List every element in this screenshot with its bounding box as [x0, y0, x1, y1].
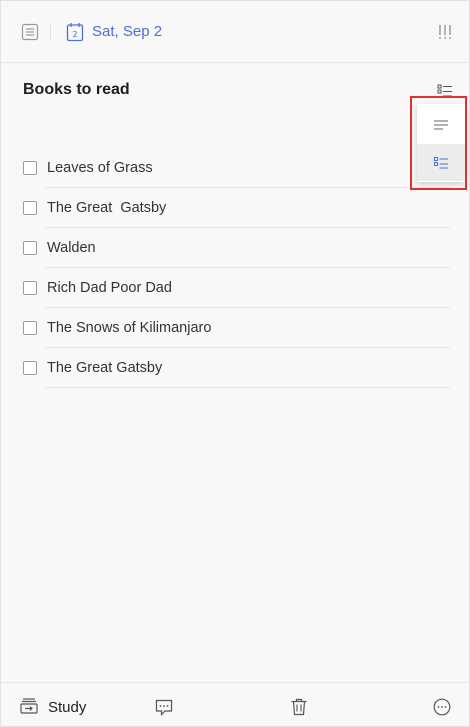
calendar-icon[interactable]: 2	[65, 21, 85, 43]
checklist-item-label[interactable]: The Great Gatsby	[47, 198, 166, 218]
checklist-item[interactable]: Walden	[1, 228, 469, 268]
checklist-item-label[interactable]: The Great Gatsby	[47, 358, 162, 378]
list-icon[interactable]	[19, 21, 41, 43]
divider	[50, 23, 51, 41]
list-name[interactable]: Study	[48, 699, 86, 717]
checklist-item-label[interactable]: The Snows of Kilimanjaro	[47, 318, 211, 338]
move-to-list-icon[interactable]	[19, 697, 39, 715]
checklist-mode-icon	[434, 156, 448, 168]
divider	[45, 387, 450, 388]
checkbox[interactable]	[23, 361, 37, 375]
bottom-bar: Study	[1, 682, 469, 727]
task-detail-panel: 2 Sat, Sep 2 Books to read Leaves of Gra…	[0, 0, 470, 727]
comment-icon[interactable]	[153, 697, 175, 717]
trash-icon[interactable]	[289, 697, 309, 717]
checklist-toggle-icon[interactable]	[435, 81, 455, 101]
checklist-item[interactable]: Leaves of Grass	[1, 148, 469, 188]
checklist-item[interactable]: The Snows of Kilimanjaro	[1, 308, 469, 348]
checkbox[interactable]	[23, 241, 37, 255]
checklist-item[interactable]: The Great Gatsby	[1, 188, 469, 228]
task-title[interactable]: Books to read	[23, 81, 130, 99]
more-options-icon[interactable]	[432, 697, 452, 717]
checkbox[interactable]	[23, 281, 37, 295]
text-mode-icon	[434, 120, 448, 129]
checklist: Leaves of Grass The Great Gatsby Walden …	[1, 148, 469, 388]
text-mode-option[interactable]	[417, 106, 465, 143]
checklist-item-label[interactable]: Walden	[47, 238, 96, 258]
calendar-day-number: 2	[72, 30, 77, 39]
view-mode-menu	[417, 104, 465, 182]
top-bar: 2 Sat, Sep 2	[1, 1, 469, 63]
checklist-item[interactable]: Rich Dad Poor Dad	[1, 268, 469, 308]
due-date[interactable]: Sat, Sep 2	[92, 22, 162, 42]
checklist-item-label[interactable]: Rich Dad Poor Dad	[47, 278, 172, 298]
checklist-mode-option[interactable]	[417, 144, 465, 181]
checkbox[interactable]	[23, 321, 37, 335]
checklist-item-label[interactable]: Leaves of Grass	[47, 158, 153, 178]
checklist-item[interactable]: The Great Gatsby	[1, 348, 469, 388]
checkbox[interactable]	[23, 201, 37, 215]
priority-icon[interactable]	[434, 21, 456, 43]
checkbox[interactable]	[23, 161, 37, 175]
